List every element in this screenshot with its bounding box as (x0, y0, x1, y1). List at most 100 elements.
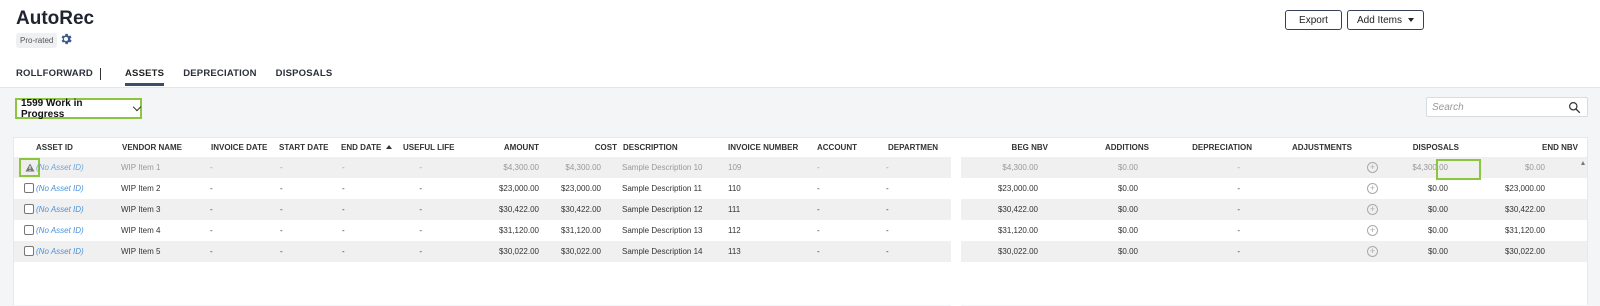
cell-depreciation: - (1237, 205, 1240, 214)
cell-description: Sample Description 10 (622, 163, 703, 172)
cell-disposals: $0.00 (1427, 184, 1448, 193)
header-end-nbv[interactable]: END NBV (1494, 138, 1578, 156)
cell-account: - (817, 247, 820, 256)
cell-invoice-date: - (210, 247, 213, 256)
header-invoice-date[interactable]: INVOICE DATE (211, 138, 267, 156)
cell-disposals: $0.00 (1427, 247, 1448, 256)
cell-account: - (817, 226, 820, 235)
header-additions[interactable]: ADDITIONS (1074, 138, 1149, 156)
header-depreciation[interactable]: DEPRECIATION (1174, 138, 1252, 156)
search-placeholder: Search (1432, 101, 1464, 113)
cell-start-date: - (280, 163, 283, 172)
cell-vendor-name: WIP Item 5 (121, 247, 161, 256)
sort-ascending-icon (386, 145, 393, 149)
header-disposals[interactable]: DISPOSALS (1377, 138, 1459, 156)
cell-invoice-number: 112 (728, 226, 741, 235)
header-beg-nbv[interactable]: BEG NBV (974, 138, 1048, 156)
cell-disposals: $0.00 (1427, 205, 1448, 214)
add-items-button[interactable]: Add Items (1347, 10, 1424, 30)
cell-end-date: - (342, 205, 345, 214)
cell-useful-life: - (419, 226, 422, 235)
prorated-badge: Pro-rated (16, 33, 58, 48)
disposals-highlight (1436, 159, 1481, 180)
row-checkbox[interactable] (24, 204, 34, 214)
cell-asset-id[interactable]: (No Asset ID) (36, 241, 84, 262)
account-group-value: 1599 Work in Progress (21, 97, 83, 120)
cell-cost: $30,022.00 (560, 247, 601, 256)
cell-asset-id[interactable]: (No Asset ID) (36, 157, 84, 178)
add-circle-icon[interactable]: + (1367, 225, 1378, 236)
cell-beg-nbv: $4,300.00 (1002, 163, 1038, 172)
cell-start-date: - (280, 247, 283, 256)
cell-depreciation: - (1237, 184, 1240, 193)
cell-disposals: $0.00 (1427, 226, 1448, 235)
header-adjustments[interactable]: ADJUSTMENTS (1272, 138, 1352, 156)
row-checkbox[interactable] (24, 183, 34, 193)
cell-amount: $30,022.00 (498, 247, 539, 256)
table-row[interactable]: (No Asset ID) WIP Item 5 - - - - $30,022.00 $30… (14, 241, 1587, 262)
tab-depreciation[interactable]: DEPRECIATION (183, 68, 256, 86)
cell-asset-id[interactable]: (No Asset ID) (36, 220, 84, 241)
cell-start-date: - (280, 226, 283, 235)
cell-amount: $23,000.00 (498, 184, 539, 193)
cell-additions: $0.00 (1117, 247, 1138, 256)
header-start-date[interactable]: START DATE (279, 138, 328, 156)
cell-amount: $30,422.00 (498, 205, 539, 214)
table-row[interactable]: (No Asset ID) WIP Item 3 - - - - $30,422.00 $30… (14, 199, 1587, 220)
add-circle-icon[interactable]: + (1367, 162, 1378, 173)
cell-vendor-name: WIP Item 2 (121, 184, 161, 193)
chevron-down-icon (132, 102, 142, 112)
header-vendor-name[interactable]: VENDOR NAME (122, 138, 182, 156)
add-circle-icon[interactable]: + (1367, 204, 1378, 215)
cell-beg-nbv: $30,422.00 (997, 205, 1038, 214)
header-useful-life[interactable]: USEFUL LIFE (403, 138, 454, 156)
cell-invoice-number: 113 (728, 247, 741, 256)
header-department[interactable]: DEPARTMEN (888, 138, 940, 156)
page-header: AutoRec Pro-rated Export Add Items ROLLF… (0, 0, 1600, 88)
cell-beg-nbv: $30,022.00 (997, 247, 1038, 256)
gear-icon[interactable] (59, 32, 73, 46)
scroll-up-icon[interactable] (1581, 161, 1585, 165)
cell-cost: $23,000.00 (560, 184, 601, 193)
header-description[interactable]: DESCRIPTION (623, 138, 678, 156)
add-items-label: Add Items (1356, 14, 1403, 26)
account-group-select[interactable]: 1599 Work in Progress (15, 97, 142, 120)
header-end-date[interactable]: END DATE (341, 138, 393, 156)
header-amount[interactable]: AMOUNT (465, 138, 539, 156)
export-button[interactable]: Export (1285, 10, 1342, 30)
cell-end-date: - (342, 184, 345, 193)
frozen-pane-divider (951, 138, 961, 306)
add-circle-icon[interactable]: + (1367, 183, 1378, 194)
cell-cost: $30,422.00 (560, 205, 601, 214)
cell-asset-id[interactable]: (No Asset ID) (36, 199, 84, 220)
header-end-date-label: END DATE (341, 142, 382, 152)
add-circle-icon[interactable]: + (1367, 246, 1378, 257)
search-input[interactable]: Search (1426, 97, 1588, 117)
cell-invoice-date: - (210, 184, 213, 193)
cell-end-nbv: $23,000.00 (1504, 184, 1545, 193)
row-checkbox[interactable] (24, 246, 34, 256)
header-cost[interactable]: COST (547, 138, 617, 156)
table-row[interactable]: (No Asset ID) WIP Item 1 - - - - $4,300.00 $4,3… (14, 157, 1587, 178)
header-invoice-number[interactable]: INVOICE NUMBER (728, 138, 798, 156)
table-row[interactable]: (No Asset ID) WIP Item 2 - - - - $23,000.00 $23… (14, 178, 1587, 199)
cell-depreciation: - (1237, 247, 1240, 256)
cell-vendor-name: WIP Item 3 (121, 205, 161, 214)
table-row[interactable]: (No Asset ID) WIP Item 4 - - - - $31,120.00 $31… (14, 220, 1587, 241)
cell-vendor-name: WIP Item 4 (121, 226, 161, 235)
header-asset-id[interactable]: ASSET ID (36, 138, 73, 156)
cell-vendor-name: WIP Item 1 (121, 163, 161, 172)
tab-disposals[interactable]: DISPOSALS (276, 68, 333, 86)
cell-end-nbv: $30,022.00 (1504, 247, 1545, 256)
tab-rollforward[interactable]: ROLLFORWARD (16, 68, 93, 86)
row-checkbox[interactable] (24, 225, 34, 235)
cell-department: - (886, 205, 889, 214)
cell-amount: $31,120.00 (498, 226, 539, 235)
search-icon[interactable] (1568, 101, 1581, 114)
cell-depreciation: - (1237, 163, 1240, 172)
cell-department: - (886, 226, 889, 235)
cell-invoice-number: 109 (728, 163, 742, 172)
cell-asset-id[interactable]: (No Asset ID) (36, 178, 84, 199)
tab-assets[interactable]: ASSETS (124, 68, 165, 86)
header-account[interactable]: ACCOUNT (817, 138, 857, 156)
